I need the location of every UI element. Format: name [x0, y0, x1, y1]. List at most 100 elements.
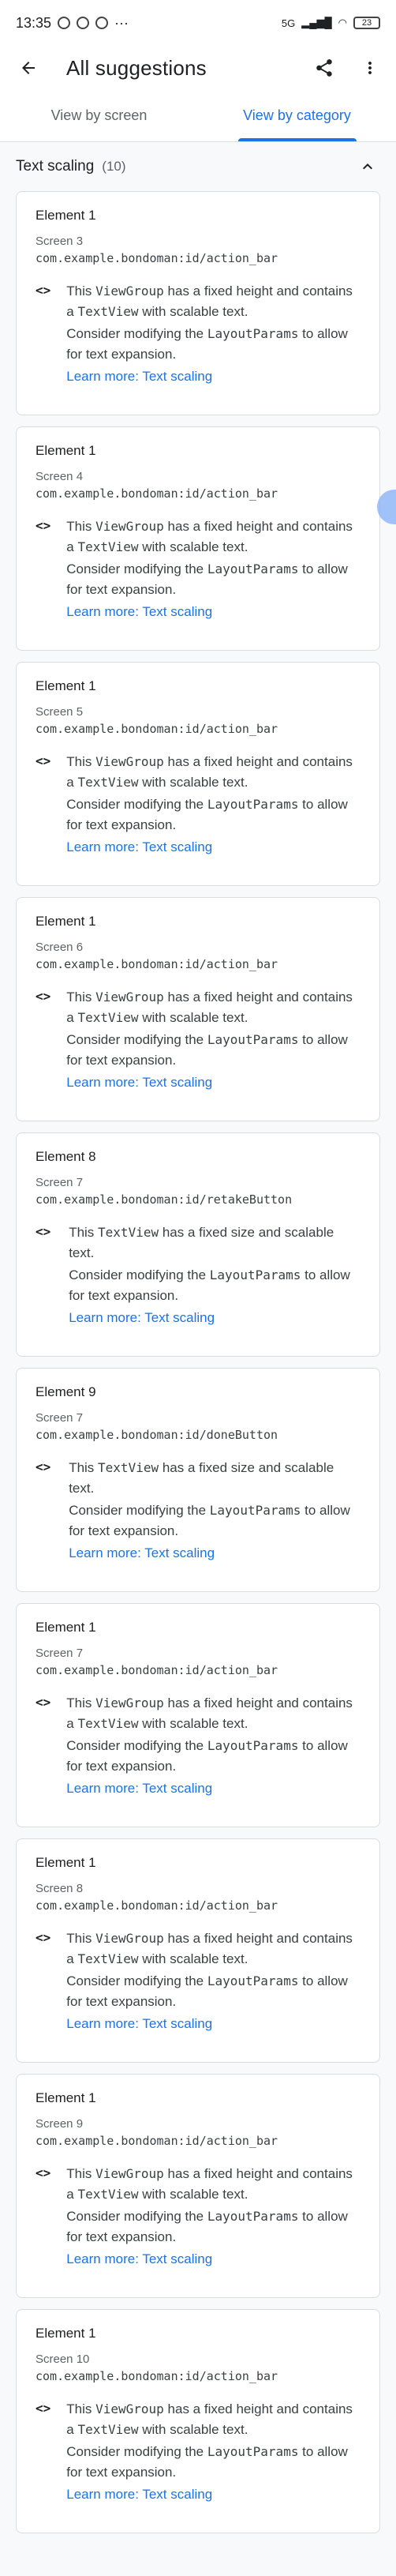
card-resource-id: com.example.bondoman:id/action_bar	[35, 251, 278, 265]
card-element-label: Element 1	[35, 2090, 96, 2105]
desc-text: with scalable text.	[138, 1010, 248, 1025]
widget-code: TextView	[77, 304, 139, 319]
consider-text: Consider modifying the LayoutParams to a…	[66, 1736, 361, 1777]
desc-text: This	[66, 989, 96, 1004]
desc-text: This	[66, 1931, 96, 1946]
suggestion-card[interactable]: Element 1 Screen 3 com.example.bondoman:…	[16, 191, 380, 415]
layoutparams-code: LayoutParams	[209, 1503, 301, 1518]
card-resource-id: com.example.bondoman:id/action_bar	[35, 1898, 278, 1913]
desc-text: with scalable text.	[138, 304, 248, 319]
widget-code: TextView	[77, 2187, 139, 2202]
consider-pre: Consider modifying the	[66, 1738, 207, 1753]
card-element-label: Element 1	[35, 208, 96, 223]
code-icon: <>	[35, 2401, 51, 2416]
back-button[interactable]	[13, 52, 44, 84]
more-options-button[interactable]	[357, 54, 383, 81]
card-screen-label: Screen 5	[35, 705, 84, 719]
suggestion-card[interactable]: Element 1 Screen 5 com.example.bondoman:…	[16, 662, 380, 886]
description-text: This ViewGroup has a fixed height and co…	[66, 1693, 361, 1734]
card-description: This TextView has a fixed size and scala…	[69, 1222, 361, 1328]
widget-code: TextView	[98, 1460, 159, 1475]
card-description: This ViewGroup has a fixed height and co…	[66, 987, 361, 1093]
page-title: All suggestions	[66, 55, 207, 80]
tab-view-by-category[interactable]: View by category	[198, 90, 396, 141]
card-resource-id: com.example.bondoman:id/action_bar	[35, 2134, 278, 2148]
consider-pre: Consider modifying the	[66, 1032, 207, 1047]
card-screen-label: Screen 7	[35, 1176, 84, 1189]
learn-more-link[interactable]: Learn more: Text scaling	[69, 1308, 361, 1328]
desc-text: This	[69, 1460, 99, 1475]
desc-text: This	[66, 2166, 96, 2181]
consider-pre: Consider modifying the	[66, 561, 207, 576]
learn-more-link[interactable]: Learn more: Text scaling	[66, 1072, 361, 1093]
consider-text: Consider modifying the LayoutParams to a…	[66, 794, 361, 836]
suggestion-card[interactable]: Element 1 Screen 9 com.example.bondoman:…	[16, 2074, 380, 2298]
widget-code: ViewGroup	[95, 989, 164, 1004]
layoutparams-code: LayoutParams	[207, 1738, 299, 1753]
learn-more-link[interactable]: Learn more: Text scaling	[66, 1778, 361, 1799]
battery-icon: 23	[353, 17, 380, 29]
layoutparams-code: LayoutParams	[209, 1267, 301, 1282]
tab-view-by-screen[interactable]: View by screen	[0, 90, 198, 141]
card-element-label: Element 9	[35, 1384, 96, 1399]
learn-more-link[interactable]: Learn more: Text scaling	[66, 2484, 361, 2505]
code-icon: <>	[35, 1695, 51, 1710]
app-bar: All suggestions	[0, 46, 396, 90]
code-icon: <>	[35, 283, 51, 298]
card-element-label: Element 1	[35, 1855, 96, 1870]
suggestion-card[interactable]: Element 8 Screen 7 com.example.bondoman:…	[16, 1132, 380, 1357]
suggestion-card[interactable]: Element 9 Screen 7 com.example.bondoman:…	[16, 1368, 380, 1592]
card-element-label: Element 1	[35, 914, 96, 929]
learn-more-link[interactable]: Learn more: Text scaling	[66, 602, 361, 622]
widget-code: TextView	[77, 1951, 139, 1966]
description-text: This ViewGroup has a fixed height and co…	[66, 2399, 361, 2440]
learn-more-link[interactable]: Learn more: Text scaling	[66, 837, 361, 858]
code-icon: <>	[35, 989, 51, 1004]
learn-more-link[interactable]: Learn more: Text scaling	[66, 2014, 361, 2034]
desc-text: with scalable text.	[138, 2422, 248, 2437]
card-resource-id: com.example.bondoman:id/action_bar	[35, 2369, 278, 2383]
description-text: This TextView has a fixed size and scala…	[69, 1222, 361, 1264]
card-element-label: Element 1	[35, 2326, 96, 2341]
learn-more-link[interactable]: Learn more: Text scaling	[66, 2249, 361, 2270]
layoutparams-code: LayoutParams	[207, 561, 299, 576]
desc-text: with scalable text.	[138, 775, 248, 790]
share-button[interactable]	[311, 54, 338, 81]
alarm-icon	[77, 17, 90, 29]
widget-code: TextView	[77, 1716, 139, 1731]
code-icon: <>	[35, 2165, 51, 2180]
widget-code: TextView	[77, 1010, 139, 1025]
wifi-icon: ◠	[338, 17, 347, 28]
card-screen-label: Screen 4	[35, 470, 84, 483]
learn-more-link[interactable]: Learn more: Text scaling	[66, 366, 361, 387]
share-icon	[316, 59, 332, 77]
collapse-button[interactable]	[355, 154, 380, 179]
widget-code: ViewGroup	[95, 2401, 164, 2416]
suggestion-card[interactable]: Element 1 Screen 4 com.example.bondoman:…	[16, 426, 380, 651]
desc-text: This	[66, 519, 96, 534]
description-text: This ViewGroup has a fixed height and co…	[66, 987, 361, 1028]
consider-text: Consider modifying the LayoutParams to a…	[66, 2442, 361, 2483]
card-resource-id: com.example.bondoman:id/action_bar	[35, 1663, 278, 1677]
card-description: This TextView has a fixed size and scala…	[69, 1458, 361, 1564]
code-icon: <>	[35, 1459, 51, 1474]
suggestion-card[interactable]: Element 1 Screen 6 com.example.bondoman:…	[16, 897, 380, 1121]
signal-icon: ▂▄▆█	[301, 17, 332, 28]
description-text: This ViewGroup has a fixed height and co…	[66, 2164, 361, 2205]
suggestion-card[interactable]: Element 1 Screen 7 com.example.bondoman:…	[16, 1603, 380, 1827]
layoutparams-code: LayoutParams	[207, 1973, 299, 1988]
card-screen-label: Screen 3	[35, 235, 84, 248]
consider-pre: Consider modifying the	[66, 326, 207, 341]
desc-text: This	[66, 284, 96, 299]
desc-text: This	[69, 1225, 99, 1240]
desc-text: This	[66, 2401, 96, 2416]
consider-text: Consider modifying the LayoutParams to a…	[66, 559, 361, 600]
notification-icon	[58, 17, 71, 29]
card-description: This ViewGroup has a fixed height and co…	[66, 281, 361, 387]
status-time: 13:35	[16, 14, 52, 31]
card-element-label: Element 1	[35, 443, 96, 458]
section-header[interactable]: Text scaling (10)	[0, 142, 396, 191]
learn-more-link[interactable]: Learn more: Text scaling	[69, 1543, 361, 1564]
suggestion-card[interactable]: Element 1 Screen 10 com.example.bondoman…	[16, 2309, 380, 2533]
suggestion-card[interactable]: Element 1 Screen 8 com.example.bondoman:…	[16, 1838, 380, 2063]
